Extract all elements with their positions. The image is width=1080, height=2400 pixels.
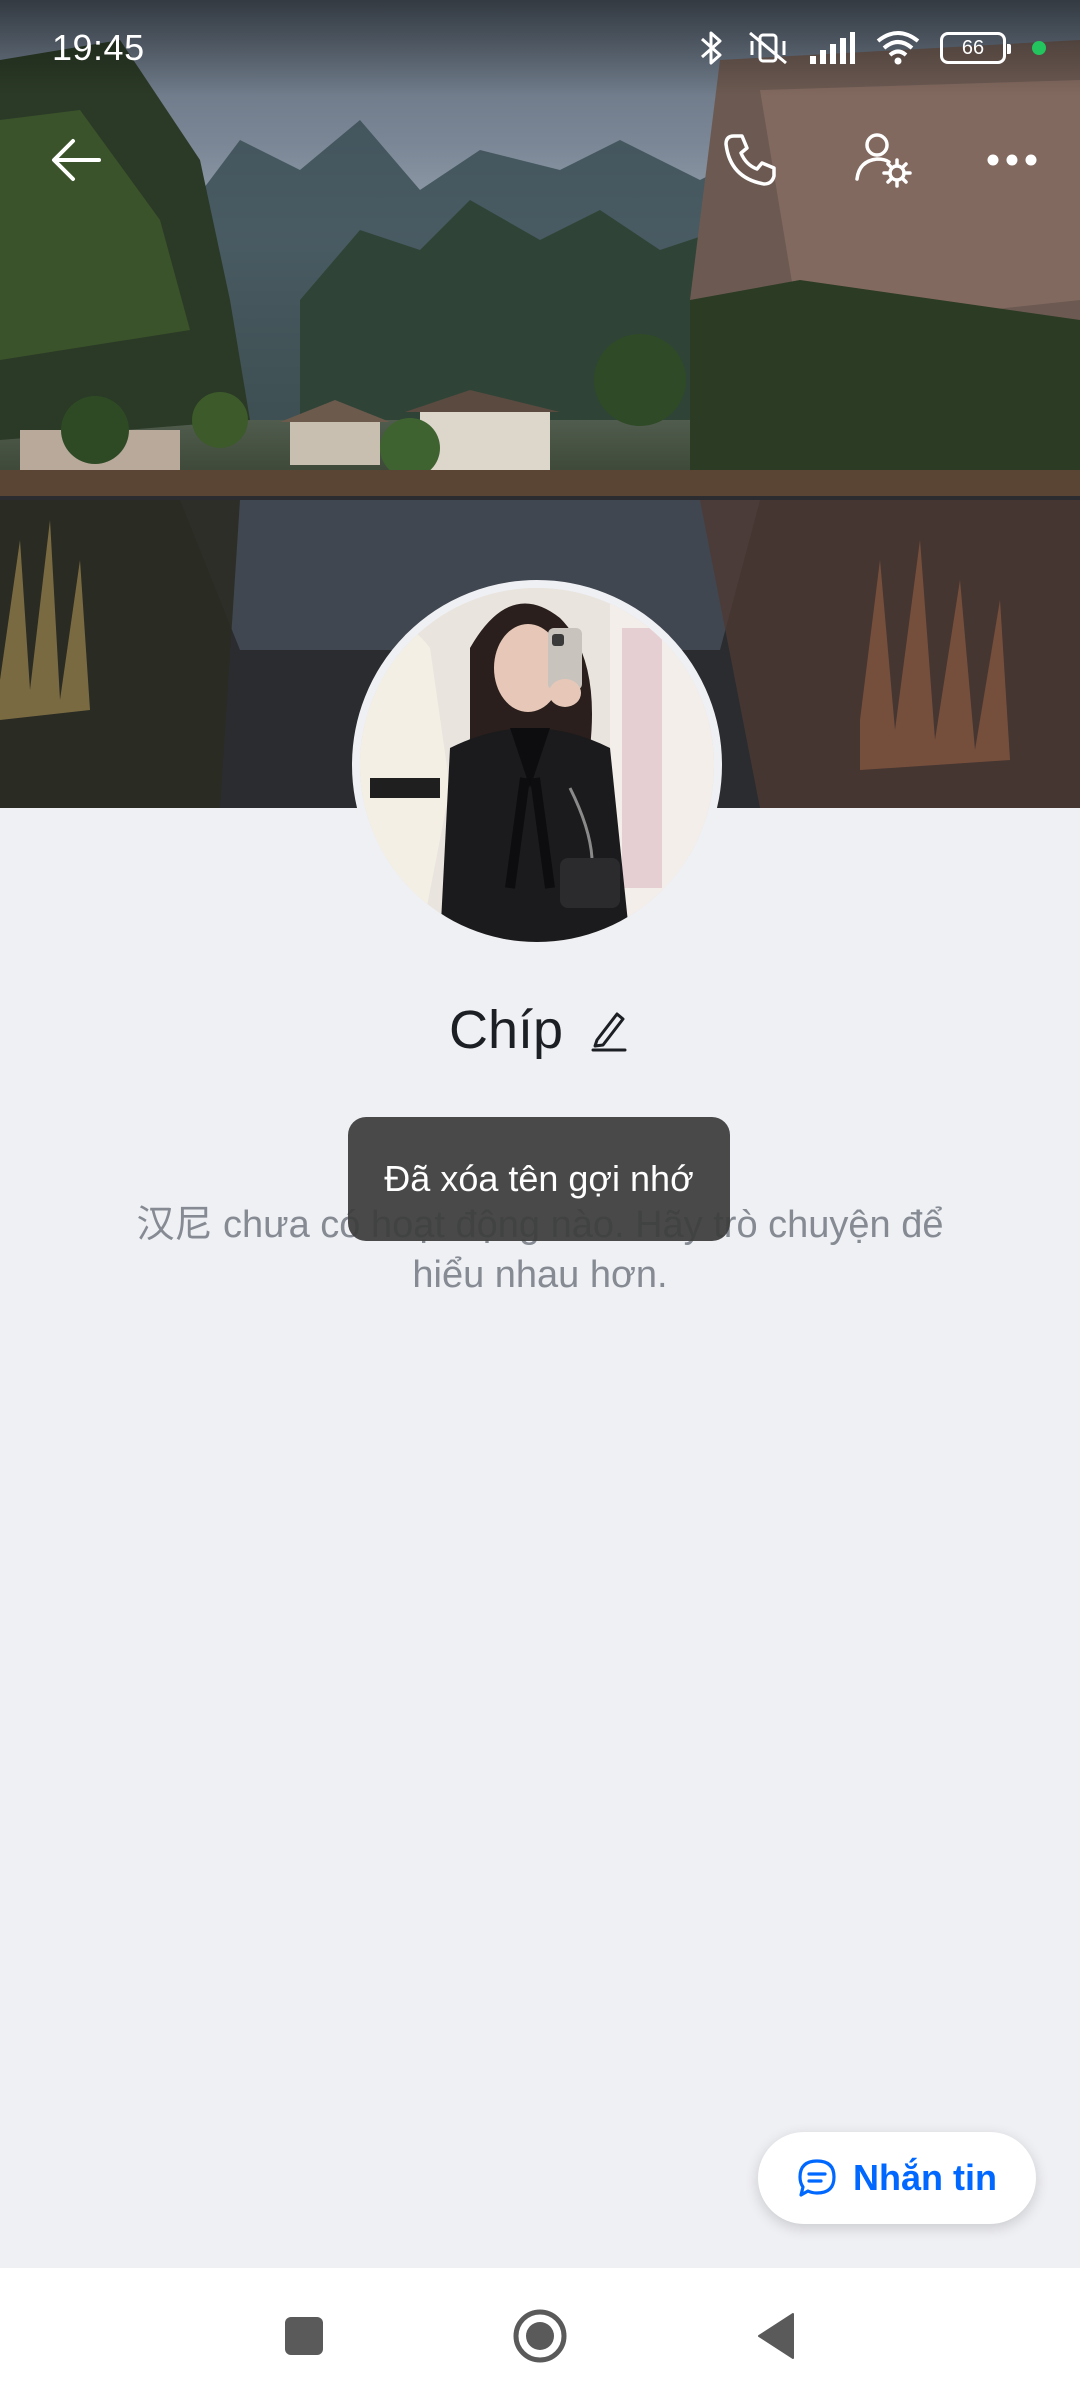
back-arrow-icon bbox=[52, 139, 101, 181]
home-circle-icon bbox=[513, 2309, 567, 2363]
toast-message: Đã xóa tên gợi nhớ bbox=[348, 1117, 730, 1241]
phone-icon bbox=[724, 134, 776, 186]
call-button[interactable] bbox=[700, 110, 800, 210]
green-dot bbox=[1032, 41, 1046, 55]
wifi-icon bbox=[876, 31, 920, 65]
chat-bubble-icon bbox=[798, 2159, 836, 2197]
profile-settings-button[interactable] bbox=[834, 110, 934, 210]
home-button[interactable] bbox=[500, 2298, 580, 2374]
toast-text: Đã xóa tên gợi nhớ bbox=[384, 1158, 694, 1199]
avatar-photo-illustration bbox=[360, 588, 714, 942]
vibrate-off-icon bbox=[749, 31, 787, 65]
system-navigation-bar bbox=[0, 2268, 1080, 2400]
system-back-button[interactable] bbox=[736, 2298, 816, 2374]
top-action-bar bbox=[0, 110, 1080, 210]
recents-square-icon bbox=[285, 2317, 323, 2355]
message-button[interactable]: Nhắn tin bbox=[758, 2132, 1036, 2224]
edit-name-button[interactable] bbox=[587, 1005, 631, 1055]
pencil-icon bbox=[591, 1012, 627, 1052]
avatar[interactable] bbox=[352, 580, 722, 950]
profile-name-row: Chíp bbox=[0, 990, 1080, 1070]
back-button[interactable] bbox=[26, 110, 126, 210]
status-time: 19:45 bbox=[52, 27, 145, 68]
bluetooth-icon bbox=[701, 31, 722, 65]
battery-level: 66 bbox=[961, 36, 985, 59]
more-options-button[interactable] bbox=[962, 110, 1062, 210]
profile-screen: 19:45 66 Chíp 汉尼 chưa có trò chuyện để h… bbox=[0, 0, 1080, 2400]
battery-icon: 66 bbox=[940, 32, 1011, 64]
more-dots-icon bbox=[987, 154, 1037, 166]
message-button-label: Nhắn tin bbox=[853, 2157, 997, 2198]
recents-button[interactable] bbox=[264, 2298, 344, 2374]
status-bar: 19:45 66 bbox=[0, 0, 1080, 96]
profile-name: Chíp bbox=[448, 1000, 564, 1060]
back-triangle-icon bbox=[758, 2313, 794, 2359]
signal-icon bbox=[810, 32, 855, 64]
status-icons: 66 bbox=[694, 29, 1046, 67]
user-settings-icon bbox=[855, 133, 912, 188]
